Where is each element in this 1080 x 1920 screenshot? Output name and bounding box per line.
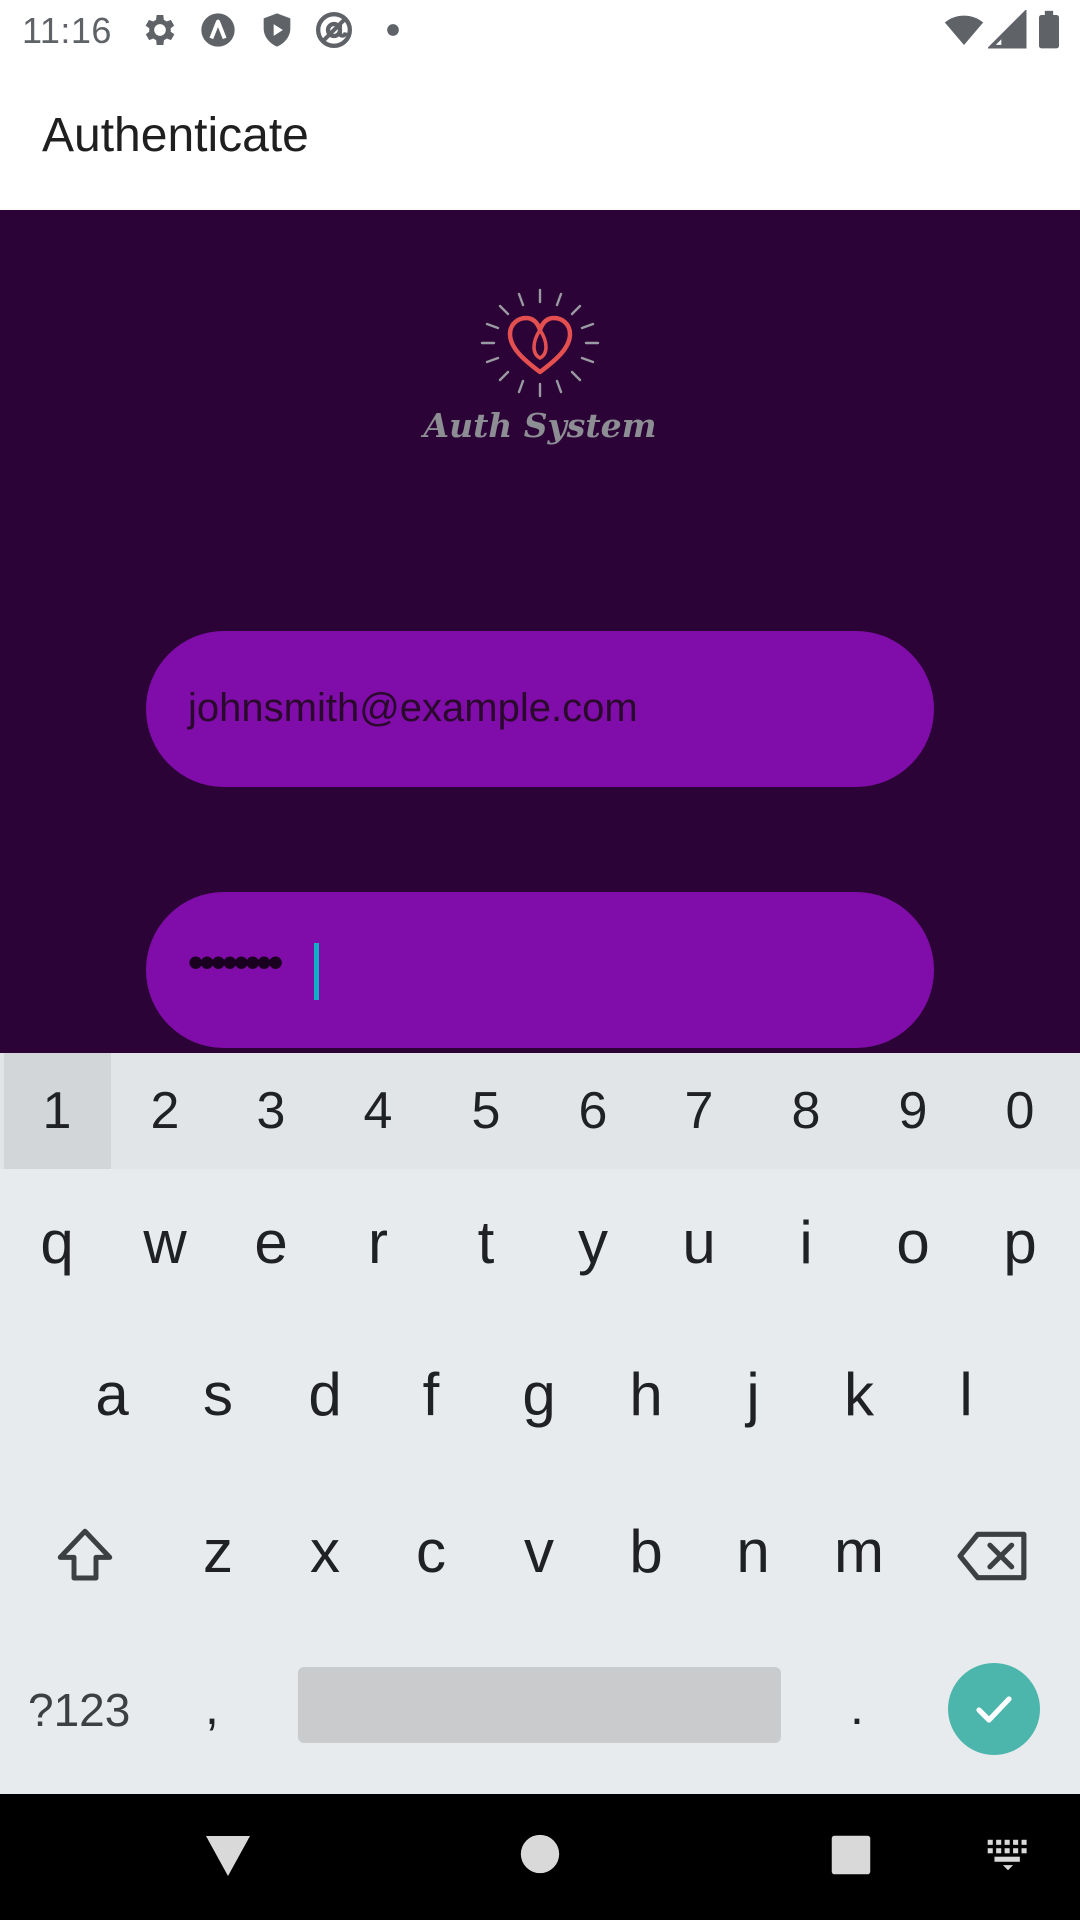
wifi-icon xyxy=(944,15,984,45)
battery-icon xyxy=(1039,10,1059,49)
checkmark-icon xyxy=(976,1696,1012,1723)
key-0[interactable]: 0 xyxy=(967,1081,1073,1141)
key-g[interactable]: g xyxy=(486,1360,592,1429)
recents-icon[interactable] xyxy=(830,1834,872,1876)
shield-play-icon xyxy=(263,13,291,47)
status-bar: 11:16 xyxy=(0,0,1080,62)
key-v[interactable]: v xyxy=(486,1517,592,1586)
password-field[interactable]: •••••••• xyxy=(146,892,934,1048)
key-9[interactable]: 9 xyxy=(860,1081,966,1141)
key-y[interactable]: y xyxy=(540,1208,646,1277)
page-title: Authenticate xyxy=(42,109,309,162)
done-button[interactable] xyxy=(948,1663,1040,1755)
auth-system-logo: Auth System xyxy=(410,288,670,458)
gear-icon xyxy=(145,15,175,45)
key-n[interactable]: n xyxy=(700,1517,806,1586)
key-2[interactable]: 2 xyxy=(112,1081,218,1141)
key-e[interactable]: e xyxy=(218,1208,324,1277)
key-p[interactable]: p xyxy=(967,1208,1073,1277)
key-z[interactable]: z xyxy=(165,1517,271,1586)
navigation-bar xyxy=(0,1794,1080,1920)
key-5[interactable]: 5 xyxy=(433,1081,539,1141)
logo-text: Auth System xyxy=(423,406,657,445)
key-1[interactable]: 1 xyxy=(4,1081,110,1141)
dot-icon xyxy=(387,24,399,36)
space-bar[interactable] xyxy=(298,1667,781,1743)
app-bar: Authenticate xyxy=(0,62,1080,210)
key-l[interactable]: l xyxy=(913,1360,1019,1429)
text-cursor xyxy=(314,943,319,1000)
key-m[interactable]: m xyxy=(806,1517,912,1586)
key-f[interactable]: f xyxy=(378,1360,484,1429)
at-sign-icon xyxy=(316,12,352,48)
key-4[interactable]: 4 xyxy=(325,1081,431,1141)
number-row: 1 2 3 4 5 6 7 8 9 0 xyxy=(0,1053,1080,1169)
key-8[interactable]: 8 xyxy=(753,1081,859,1141)
login-screen: Auth System johnsmith@example.com ••••••… xyxy=(0,210,1080,1053)
key-x[interactable]: x xyxy=(272,1517,378,1586)
key-j[interactable]: j xyxy=(700,1360,806,1429)
home-icon[interactable] xyxy=(520,1834,560,1874)
period-key[interactable]: . xyxy=(850,1678,864,1736)
key-c[interactable]: c xyxy=(378,1517,484,1586)
key-r[interactable]: r xyxy=(325,1208,431,1277)
heart-sunburst-icon xyxy=(480,288,600,398)
key-i[interactable]: i xyxy=(753,1208,859,1277)
back-icon[interactable] xyxy=(204,1834,252,1878)
key-u[interactable]: u xyxy=(646,1208,752,1277)
key-d[interactable]: d xyxy=(272,1360,378,1429)
soft-keyboard: 1 2 3 4 5 6 7 8 9 0 q w e r t y u i o p … xyxy=(0,1053,1080,1794)
status-time: 11:16 xyxy=(22,10,112,51)
key-7[interactable]: 7 xyxy=(646,1081,752,1141)
key-a[interactable]: a xyxy=(59,1360,165,1429)
key-s[interactable]: s xyxy=(165,1360,271,1429)
key-t[interactable]: t xyxy=(433,1208,539,1277)
cell-signal-icon xyxy=(988,10,1027,49)
comma-key[interactable]: , xyxy=(205,1678,219,1736)
key-b[interactable]: b xyxy=(593,1517,699,1586)
symbols-key[interactable]: ?123 xyxy=(28,1683,130,1737)
key-3[interactable]: 3 xyxy=(218,1081,324,1141)
email-input-value: johnsmith@example.com xyxy=(188,686,638,730)
key-k[interactable]: k xyxy=(806,1360,912,1429)
key-w[interactable]: w xyxy=(112,1208,218,1277)
email-field[interactable]: johnsmith@example.com xyxy=(146,631,934,787)
key-q[interactable]: q xyxy=(4,1208,110,1277)
shift-icon[interactable] xyxy=(52,1523,118,1589)
a-circle-icon xyxy=(201,13,235,47)
key-h[interactable]: h xyxy=(593,1360,699,1429)
backspace-icon[interactable] xyxy=(956,1523,1032,1589)
keyboard-switch-icon[interactable] xyxy=(986,1838,1030,1872)
key-6[interactable]: 6 xyxy=(540,1081,646,1141)
password-input-value: •••••••• xyxy=(188,938,283,987)
key-o[interactable]: o xyxy=(860,1208,966,1277)
